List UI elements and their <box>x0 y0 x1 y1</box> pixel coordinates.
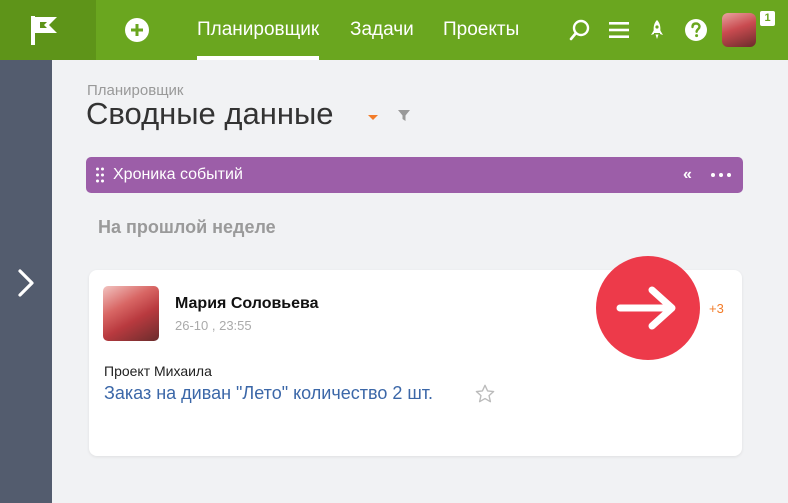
author-avatar[interactable] <box>103 286 159 341</box>
left-sidebar <box>0 60 52 503</box>
chevron-down-icon[interactable] <box>368 115 378 120</box>
flag-logo-icon <box>31 16 57 45</box>
tab-tasks[interactable]: Задачи <box>350 19 414 41</box>
top-bar: Планировщик Задачи Проекты 1 <box>0 0 788 60</box>
tab-projects[interactable]: Проекты <box>443 19 519 41</box>
user-avatar[interactable] <box>722 13 756 47</box>
next-arrow-button[interactable] <box>596 256 700 360</box>
tab-planner[interactable]: Планировщик <box>197 19 320 60</box>
menu-icon[interactable] <box>607 18 631 42</box>
search-icon[interactable] <box>568 18 592 42</box>
more-options-icon[interactable] <box>711 173 731 177</box>
page-title: Сводные данные <box>86 96 334 131</box>
timeline-panel-header: Хроника событий « <box>86 157 743 193</box>
filter-icon[interactable] <box>398 110 410 122</box>
notification-badge: 1 <box>760 11 775 26</box>
section-label: На прошлой неделе <box>98 217 276 237</box>
arrow-right-icon <box>616 286 676 330</box>
author-name[interactable]: Мария Соловьева <box>175 295 319 313</box>
add-button[interactable] <box>125 18 149 42</box>
star-icon[interactable] <box>474 383 496 405</box>
collapse-icon[interactable]: « <box>683 166 692 184</box>
logo-arrow-shape <box>66 0 96 60</box>
post-datetime: 26-10 , 23:55 <box>175 318 252 333</box>
timeline-title: Хроника событий <box>113 166 243 183</box>
project-name: Проект Михаила <box>104 363 212 379</box>
chevron-right-icon[interactable] <box>14 265 38 301</box>
drag-handle-icon[interactable] <box>95 167 105 183</box>
help-icon[interactable] <box>684 18 708 42</box>
task-link[interactable]: Заказ на диван "Лето" количество 2 шт. <box>104 383 433 404</box>
extra-count[interactable]: +3 <box>709 301 724 316</box>
rocket-icon[interactable] <box>645 18 669 42</box>
